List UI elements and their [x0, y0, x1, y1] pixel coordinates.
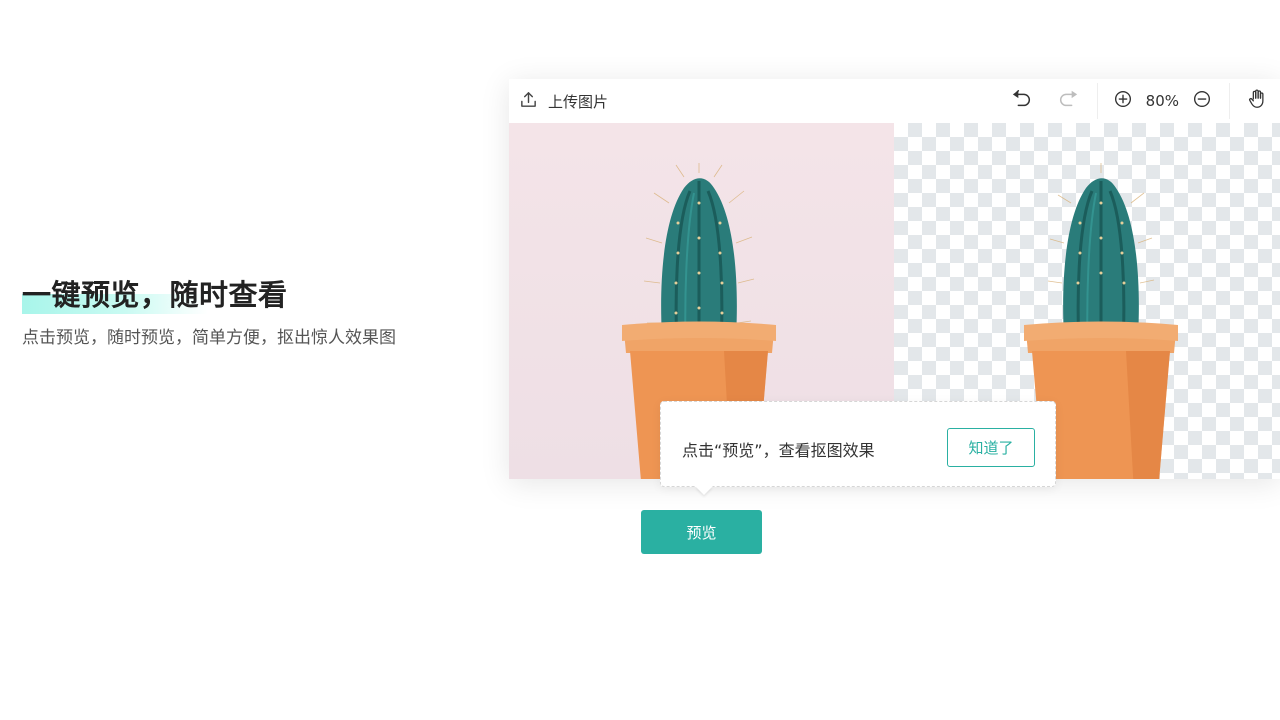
tooltip-text: 点击“预览”，查看抠图效果 [682, 441, 875, 460]
hand-icon [1246, 88, 1268, 114]
upload-button[interactable]: 上传图片 [519, 90, 608, 113]
upload-label: 上传图片 [548, 92, 609, 111]
guide-tooltip: 点击“预览”，查看抠图效果 知道了 [660, 401, 1056, 495]
toolbar-divider [1096, 83, 1098, 119]
hero-title-wrap: 一键预览，随时查看 [22, 276, 288, 314]
undo-button[interactable] [1009, 88, 1035, 114]
zoom-level: 80% [1145, 92, 1179, 110]
hero-section: 一键预览，随时查看 点击预览，随时预览，简单方便，抠出惊人效果图 [22, 276, 462, 350]
zoom-out-button[interactable] [1189, 88, 1215, 114]
redo-button[interactable] [1055, 88, 1081, 114]
upload-icon [519, 90, 538, 113]
tooltip-arrow [695, 486, 713, 495]
editor-toolbar: 上传图片 80% [509, 79, 1280, 123]
hero-subtitle: 点击预览，随时预览，简单方便，抠出惊人效果图 [22, 328, 396, 348]
undo-icon [1011, 88, 1033, 114]
zoom-out-icon [1191, 88, 1213, 114]
got-it-button[interactable]: 知道了 [947, 428, 1035, 467]
zoom-in-icon [1112, 88, 1134, 114]
toolbar-divider [1229, 83, 1230, 119]
redo-icon [1057, 88, 1079, 114]
preview-button[interactable]: 预览 [641, 510, 762, 554]
pan-button[interactable] [1244, 88, 1270, 114]
zoom-in-button[interactable] [1110, 88, 1136, 114]
hero-title: 一键预览，随时查看 [22, 278, 288, 312]
